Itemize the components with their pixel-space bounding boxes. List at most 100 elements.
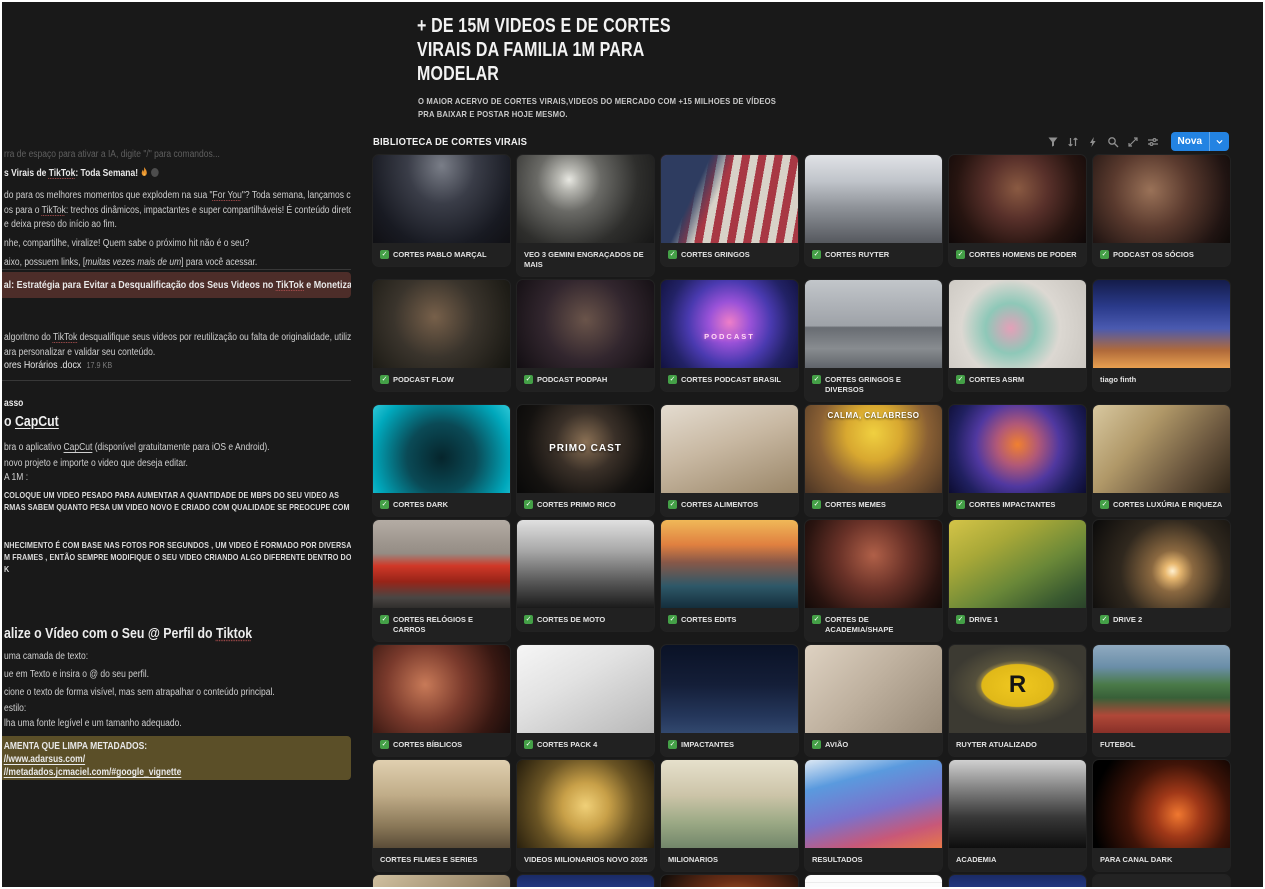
gallery-card-cortes-dark[interactable]: ✓CORTES DARK [373, 405, 510, 516]
gallery-card-milionarios[interactable]: MILIONARIOS [661, 760, 798, 871]
text-segment: e deixa preso do início ao fim. [4, 219, 117, 230]
gallery-card-partial-3[interactable] [661, 875, 798, 887]
gallery-card-drive-1[interactable]: ✓ DRIVE 1 [949, 520, 1086, 631]
card-title-row: ✓CORTES EDITS [661, 608, 798, 631]
gallery-card-cortes-memes[interactable]: CALMA, CALABRESO✓CORTES MEMES [805, 405, 942, 516]
text-segment: estilo: [4, 703, 26, 714]
text-segment: : Toda Semana! [75, 168, 140, 179]
inline-link[interactable]: //metadados.jcmaciel.com/#google_vignett… [4, 767, 182, 778]
card-title: ACADEMIA [956, 855, 996, 865]
database-toolbar: Nova [1047, 132, 1229, 151]
gallery-card-cortes-ruyter[interactable]: ✓CORTES RUYTER [805, 155, 942, 266]
gallery-card-cortes-filmes-e-series[interactable]: CORTES FILMES E SERIES [373, 760, 510, 871]
gallery-card-partial-1[interactable] [373, 875, 510, 887]
gallery-card-aviao[interactable]: ✓AVIÃO [805, 645, 942, 756]
gallery-card-cortes-biblicos[interactable]: ✓CORTES BÍBLICOS [373, 645, 510, 756]
zap-icon[interactable] [1087, 135, 1100, 148]
card-title: VEO 3 GEMINI ENGRAÇADOS DE MAIS [524, 250, 648, 270]
card-title: RESULTADOS [812, 855, 863, 865]
gallery-card-cortes-podcast-brasil[interactable]: PODCAST✓CORTES PODCAST BRASIL [661, 280, 798, 391]
card-title-row: ✓CORTES PACK 4 [517, 733, 654, 756]
text-line: algoritmo do TikTok desqualifique seus v… [4, 331, 351, 344]
file-attachment[interactable]: ores Horários .docx17.9 KB [4, 359, 131, 371]
card-title: DRIVE 1 [969, 615, 998, 625]
card-title: VIDEOS MILIONARIOS NOVO 2025 [524, 855, 647, 865]
card-thumbnail [373, 645, 510, 733]
checkbox-icon: ✓ [524, 500, 533, 509]
card-thumbnail [661, 155, 798, 243]
tune-icon[interactable] [1147, 135, 1160, 148]
gallery-card-para-canal-dark[interactable]: PARA CANAL DARK [1093, 760, 1230, 871]
card-title: RUYTER ATUALIZADO [956, 740, 1037, 750]
card-title-row: ✓CORTES ALIMENTOS [661, 493, 798, 516]
gallery-card-cortes-impactantes[interactable]: ✓CORTES IMPACTANTES [949, 405, 1086, 516]
checkbox-icon: ✓ [812, 740, 821, 749]
card-title-row: ✓CORTES MEMES [805, 493, 942, 516]
gallery-card-cortes-pack-4[interactable]: ✓CORTES PACK 4 [517, 645, 654, 756]
text-segment: bra o aplicativo [4, 442, 64, 453]
text-segment: ] para você acessar. [181, 257, 257, 268]
gallery-card-veo-3-gemini[interactable]: VEO 3 GEMINI ENGRAÇADOS DE MAIS [517, 155, 654, 276]
gallery-card-podcast-flow[interactable]: ✓PODCAST FLOW [373, 280, 510, 391]
gallery-card-podcast-podpah[interactable]: ✓PODCAST PODPAH [517, 280, 654, 391]
sort-icon[interactable] [1067, 135, 1080, 148]
expand-icon[interactable] [1127, 135, 1140, 148]
gallery-card-cortes-relogios-e-carros[interactable]: ✓CORTES RELÓGIOS E CARROS [373, 520, 510, 641]
card-thumbnail [517, 760, 654, 848]
gallery-card-cortes-luxuria-e-riqueza[interactable]: ✓CORTES LUXÚRIA E RIQUEZA [1093, 405, 1230, 516]
text-line: o CapCut [4, 416, 68, 429]
gallery-card-cortes-gringos[interactable]: ✓CORTES GRINGOS [661, 155, 798, 266]
card-title-row: ✓CORTES RELÓGIOS E CARROS [373, 608, 510, 641]
text-segment: uma camada de texto: [4, 651, 88, 662]
gallery-card-impactantes[interactable]: ✓IMPACTANTES [661, 645, 798, 756]
gallery-card-cortes-alimentos[interactable]: ✓CORTES ALIMENTOS [661, 405, 798, 516]
gallery-card-partial-6[interactable] [1093, 875, 1230, 887]
thumbnail-text: PODCAST [661, 332, 798, 341]
chevron-down-icon[interactable] [1210, 137, 1229, 146]
gallery-card-podcast-os-socios[interactable]: ✓PODCAST OS SÓCIOS [1093, 155, 1230, 266]
gallery-card-videos-milionarios-novo-2025[interactable]: VIDEOS MILIONARIOS NOVO 2025 [517, 760, 654, 871]
card-title: CORTES DARK [393, 500, 448, 510]
checkbox-icon: ✓ [956, 615, 965, 624]
gallery-card-cortes-primo-rico[interactable]: PRIMO CAST✓CORTES PRIMO RICO [517, 405, 654, 516]
gallery-card-partial-4[interactable] [805, 875, 942, 887]
gallery-card-partial-5[interactable] [949, 875, 1086, 887]
card-title-row: ✓CORTES PRIMO RICO [517, 493, 654, 516]
inline-link[interactable]: //www.adarsus.com/ [4, 754, 85, 765]
gallery-card-academia[interactable]: ACADEMIA [949, 760, 1086, 871]
gallery-card-cortes-asrm[interactable]: ✓CORTES ASRM [949, 280, 1086, 391]
gallery-card-cortes-de-academia-shape[interactable]: ✓CORTES DE ACADEMIA/SHAPE [805, 520, 942, 641]
gallery-card-cortes-edits[interactable]: ✓CORTES EDITS [661, 520, 798, 631]
inline-link[interactable]: CapCut [15, 414, 59, 430]
gallery-card-resultados[interactable]: RESULTADOS [805, 760, 942, 871]
card-thumbnail [661, 645, 798, 733]
card-title: PODCAST PODPAH [537, 375, 607, 385]
gallery-card-partial-2[interactable] [517, 875, 654, 887]
gallery-card-cortes-homens-de-poder[interactable]: ✓CORTES HOMENS DE PODER [949, 155, 1086, 266]
card-title: MILIONARIOS [668, 855, 718, 865]
card-title: CORTES LUXÚRIA E RIQUEZA [1113, 500, 1222, 510]
gallery-card-cortes-gringos-e-diversos[interactable]: ✓CORTES GRINGOS E DIVERSOS [805, 280, 942, 401]
text-line: e deixa preso do início ao fim. [4, 218, 137, 231]
card-thumbnail [805, 875, 942, 887]
inline-link[interactable]: CapCut [64, 442, 93, 453]
card-title-row: ✓CORTES GRINGOS E DIVERSOS [805, 368, 942, 401]
text-segment: NHECIMENTO É COM BASE NAS FOTOS POR SEGU… [4, 540, 351, 550]
new-button[interactable]: Nova [1171, 132, 1229, 151]
card-thumbnail: CALMA, CALABRESO [805, 405, 942, 493]
search-icon[interactable] [1107, 135, 1120, 148]
gallery-card-drive-2[interactable]: ✓DRIVE 2 [1093, 520, 1230, 631]
filter-icon[interactable] [1047, 135, 1060, 148]
gallery-card-ruyter-atualizado[interactable]: RRUYTER ATUALIZADO [949, 645, 1086, 756]
file-size: 17.9 KB [86, 360, 112, 370]
card-title: CORTES MEMES [825, 500, 886, 510]
smoke-emoji-icon [151, 168, 159, 177]
gallery-card-cortes-de-moto[interactable]: ✓CORTES DE MOTO [517, 520, 654, 631]
gallery-card-futebol[interactable]: FUTEBOL [1093, 645, 1230, 756]
card-title: CORTES RELÓGIOS E CARROS [393, 615, 504, 635]
gallery-card-cortes-pablo-marcal[interactable]: ✓CORTES PABLO MARÇAL [373, 155, 510, 266]
card-title-row: ✓ DRIVE 1 [949, 608, 1086, 631]
card-title-row: MILIONARIOS [661, 848, 798, 871]
gallery-card-tiago-finth[interactable]: tiago finth [1093, 280, 1230, 391]
app-window: rra de espaço para ativar a IA, digite "… [0, 0, 1265, 889]
